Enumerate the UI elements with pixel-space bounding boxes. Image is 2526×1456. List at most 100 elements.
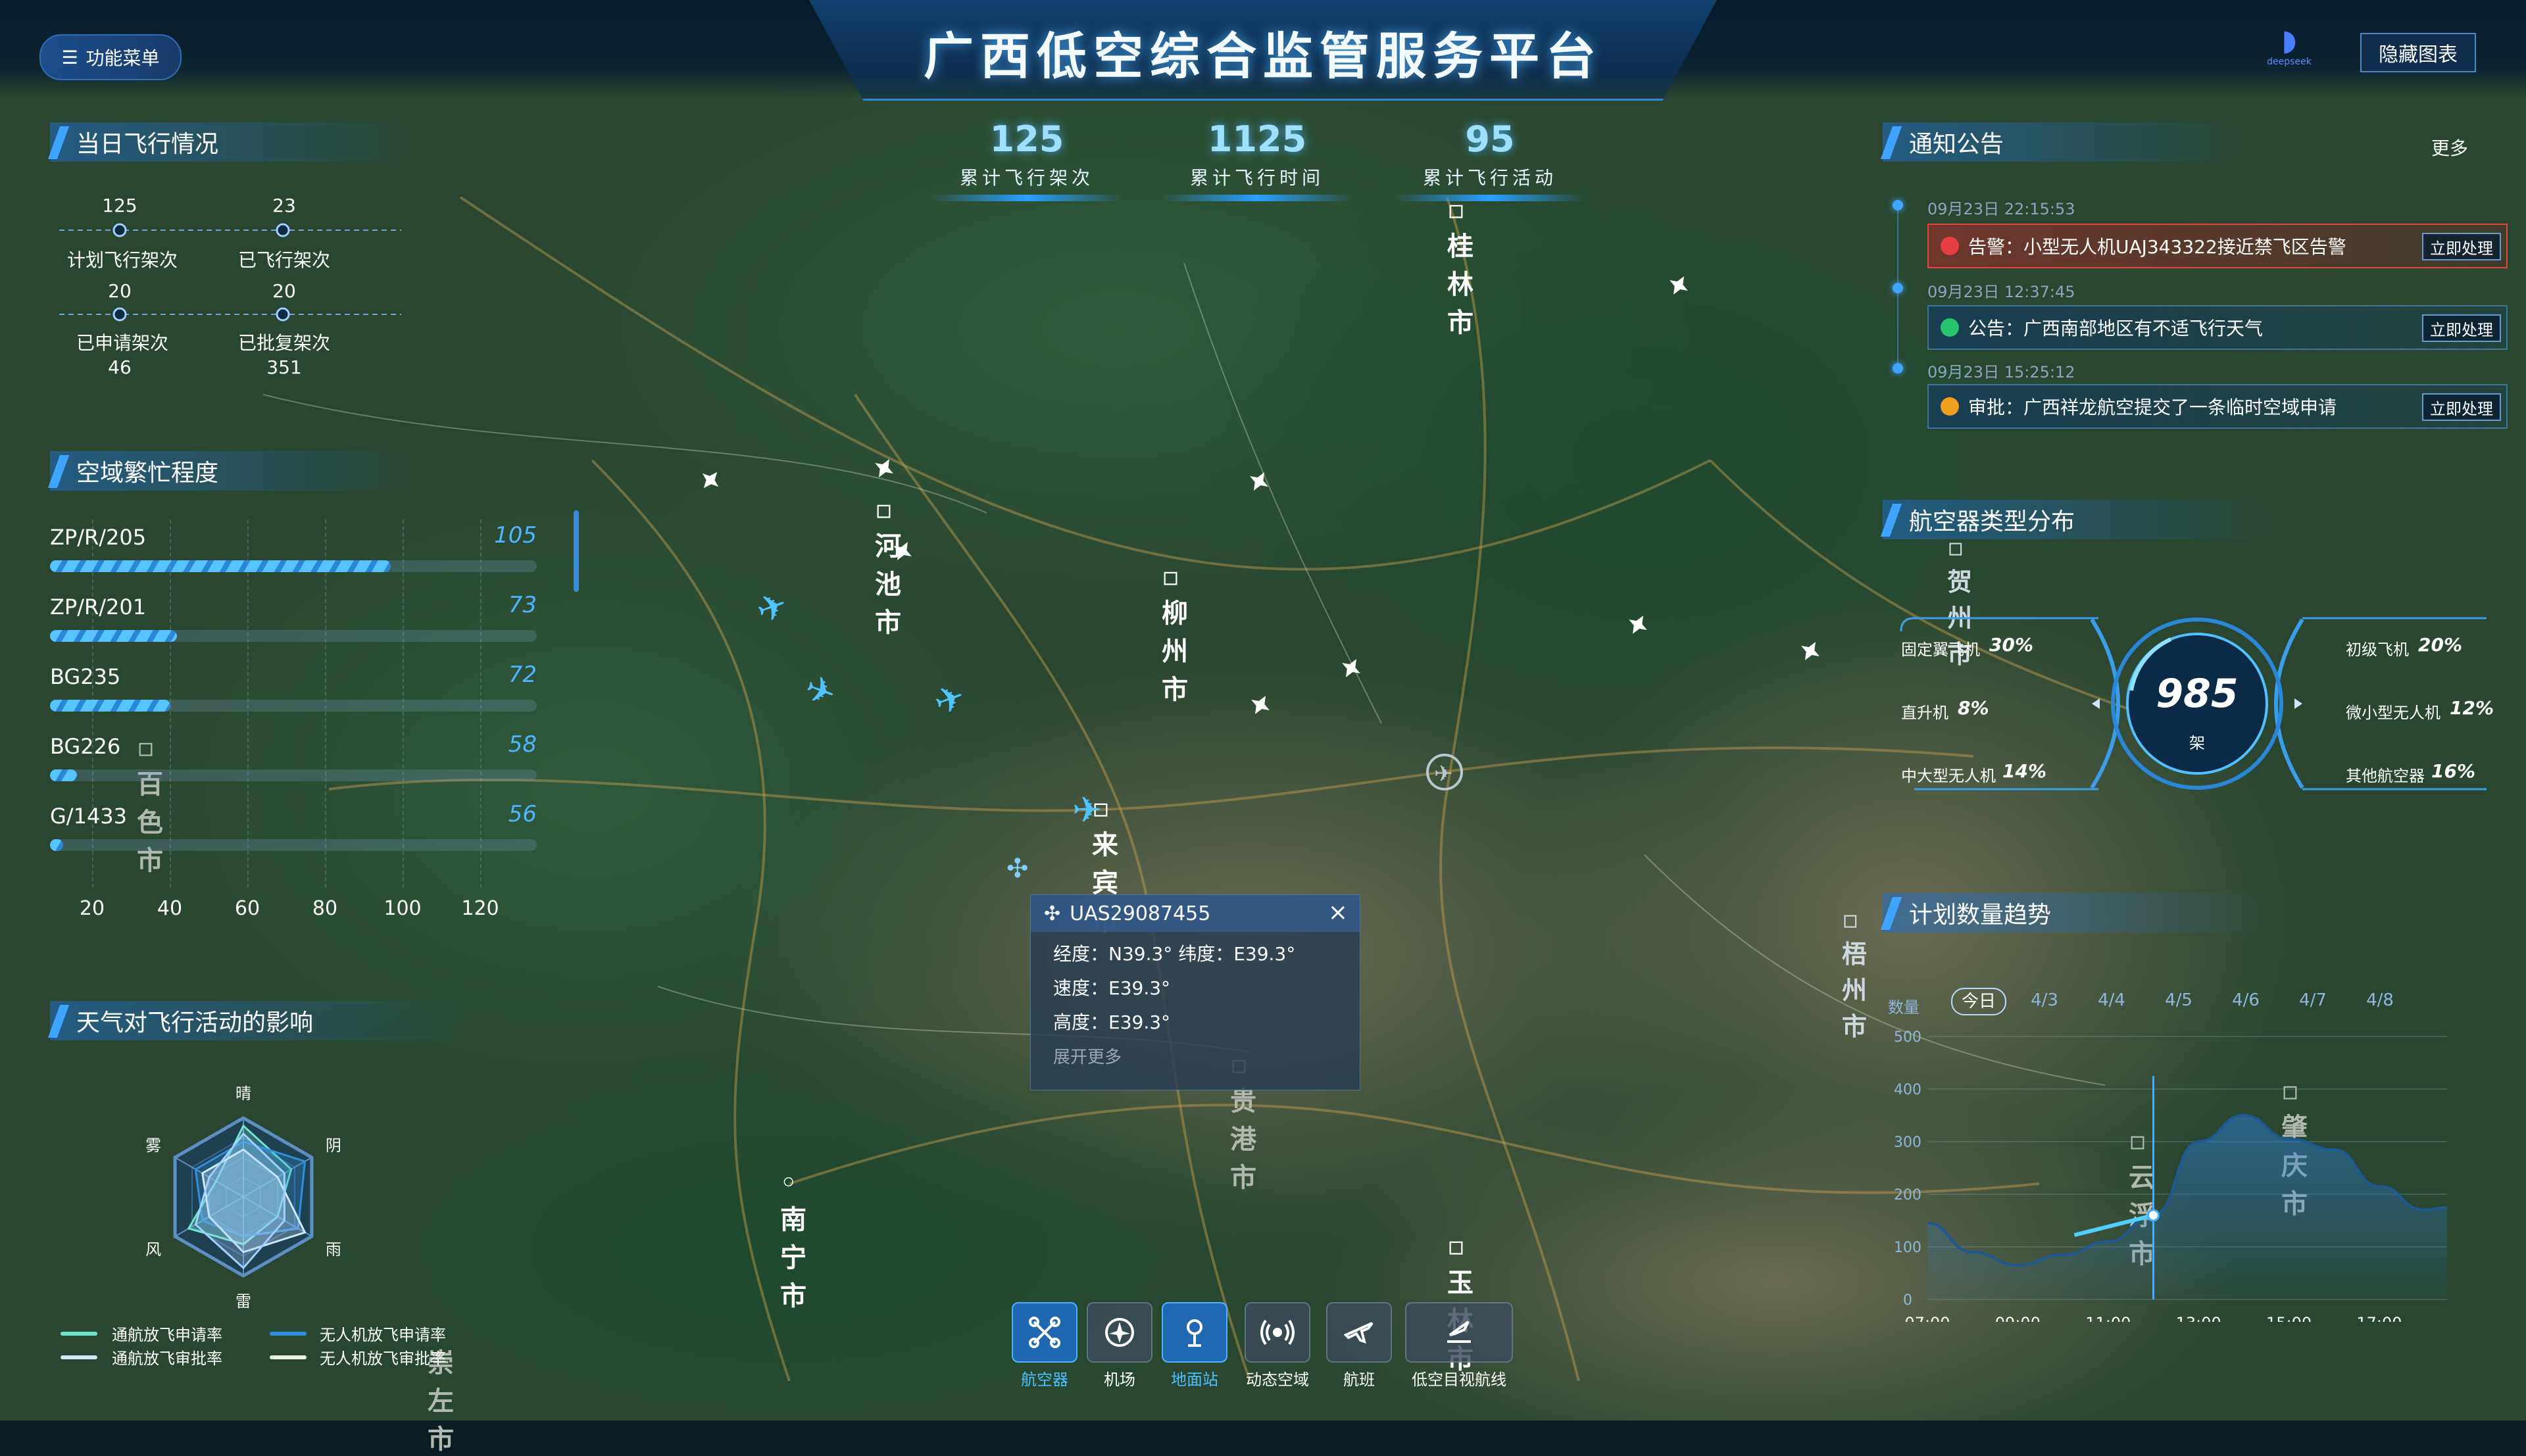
handle-now-button[interactable]: 立即处理: [2422, 393, 2501, 421]
popup-speed: 速度：E39.3°: [1053, 977, 1171, 999]
drone-marker[interactable]: [1337, 654, 1366, 683]
popup-expand-more[interactable]: 展开更多: [1031, 1040, 1360, 1075]
drone-marker[interactable]: [1664, 271, 1693, 300]
busy-row-name: ZP/R/201: [50, 595, 147, 619]
airport-icon: [1087, 1302, 1152, 1363]
type-value: 12%: [2450, 697, 2494, 719]
trend-y-tick: 500: [1894, 1029, 1921, 1046]
drone-marker[interactable]: [1246, 691, 1275, 719]
drone-marker[interactable]: [1245, 467, 1274, 496]
drone-marker[interactable]: [1623, 610, 1652, 639]
drone-marker[interactable]: [870, 454, 899, 483]
type-value: 8%: [1958, 697, 1989, 719]
timeline-dot: [1893, 200, 1903, 210]
notice-text: 公告：广西南部地区有不适飞行天气: [1968, 318, 2264, 339]
tool-aircraft[interactable]: 航空器: [1012, 1302, 1077, 1390]
busy-scrollbar[interactable]: [574, 510, 579, 592]
type-label: 其他航空器: [2346, 767, 2425, 785]
popup-drone-id: UAS29087455: [1070, 902, 1211, 925]
type-value: 16%: [2431, 760, 2476, 782]
trend-x-tick: 09:00: [1995, 1314, 2041, 1322]
weather-title: 天气对飞行活动的影响: [50, 1001, 471, 1040]
trend-tab[interactable]: 4/3: [2018, 988, 2071, 1013]
trend-y-tick: 300: [1894, 1134, 1921, 1151]
tool-label: 航空器: [1021, 1371, 1068, 1389]
trend-tab[interactable]: 4/4: [2085, 988, 2138, 1013]
tool-airport[interactable]: 机场: [1087, 1302, 1152, 1390]
trend-tab[interactable]: 4/7: [2287, 988, 2339, 1013]
busy-axis-tick: 80: [312, 897, 338, 920]
trend-tab[interactable]: 4/8: [2354, 988, 2406, 1013]
type-value: 14%: [2002, 760, 2047, 782]
legend-label: 无人机放飞申请率: [320, 1326, 446, 1344]
hide-charts-button[interactable]: 隐藏图表: [2360, 33, 2476, 72]
busy-row-name: ZP/R/205: [50, 525, 147, 550]
tool-dynamic-airspace[interactable]: 动态空域: [1237, 1302, 1318, 1390]
type-label: 初级飞机: [2346, 641, 2409, 659]
timeline-dot: [1893, 283, 1903, 293]
trend-x-tick: 07:00: [1904, 1314, 1950, 1322]
busy-grid-line: [325, 520, 326, 888]
busy-bar-fill: [50, 630, 177, 642]
logo-text: deepseek: [2267, 57, 2312, 67]
busy-bar-track: [50, 700, 537, 712]
close-icon[interactable]: ×: [1328, 899, 1348, 926]
busy-bar-fill: [50, 700, 170, 712]
aircraft-total-unit: 架: [2189, 734, 2205, 752]
radar-axis-label: 雨: [326, 1240, 341, 1259]
drone-marker[interactable]: [888, 537, 917, 566]
notice-alarm[interactable]: 告警：小型无人机UAJ343322接近禁飞区告警 立即处理: [1927, 224, 2508, 268]
busy-row-value: 72: [508, 662, 537, 688]
busy-grid-line: [247, 520, 249, 888]
drone-marker[interactable]: [1796, 637, 1825, 666]
handle-now-button[interactable]: 立即处理: [2422, 233, 2501, 260]
plane-marker[interactable]: ✈: [751, 583, 793, 633]
handle-now-button[interactable]: 立即处理: [2422, 314, 2501, 342]
busy-bar-fill: [50, 560, 391, 572]
trend-y-tick: 400: [1894, 1082, 1921, 1098]
popup-altitude: 高度：E39.3°: [1053, 1011, 1171, 1033]
legend-line: [270, 1355, 307, 1359]
trend-x-tick: 17:00: [2356, 1314, 2402, 1322]
approved-flights-count: 351: [266, 356, 302, 378]
trend-y-tick: 100: [1894, 1240, 1921, 1256]
radar-axis-label: 雷: [235, 1292, 251, 1311]
notices-more-link[interactable]: 更多: [2431, 134, 2468, 160]
approved-flights-label: 已批复架次: [237, 332, 330, 354]
plan-trend-title: 计划数量趋势: [1883, 893, 2277, 933]
busy-grid-line: [480, 520, 482, 888]
tool-visual-route[interactable]: 低空目视航线: [1400, 1302, 1518, 1390]
plane-marker[interactable]: ✈: [799, 666, 841, 716]
drone-icon: [1012, 1302, 1077, 1363]
plane-marker[interactable]: ✈: [929, 675, 971, 725]
airport-icon: ✈: [1434, 761, 1453, 787]
approval-icon: [1941, 397, 1959, 416]
legend-line: [270, 1332, 307, 1336]
tool-label: 动态空域: [1246, 1371, 1309, 1389]
trend-area: [1927, 1115, 2447, 1299]
planned-flights-value: 125: [102, 195, 137, 216]
notice-announcement[interactable]: 公告：广西南部地区有不适飞行天气 立即处理: [1927, 305, 2508, 350]
signal-icon: [1245, 1302, 1310, 1363]
busy-axis-tick: 120: [461, 897, 499, 920]
drone-marker[interactable]: [695, 465, 725, 495]
tool-flight[interactable]: 航班: [1326, 1302, 1392, 1390]
tool-ground-station[interactable]: 地面站: [1162, 1302, 1227, 1390]
plane-marker[interactable]: ✈: [1072, 789, 1102, 831]
notice-time: 09月23日 15:25:12: [1927, 363, 2075, 381]
type-label: 微小型无人机: [2346, 704, 2440, 722]
stat-label: 累计飞行活动: [1422, 167, 1557, 189]
trend-tab[interactable]: 4/6: [2219, 988, 2272, 1013]
tool-label: 机场: [1104, 1371, 1135, 1389]
selected-drone-marker[interactable]: ✣: [1006, 854, 1029, 884]
trend-tab[interactable]: 4/5: [2152, 988, 2205, 1013]
notice-approval[interactable]: 审批：广西祥龙航空提交了一条临时空域申请 立即处理: [1927, 384, 2508, 429]
stat-total-activity: 95 累计飞行活动: [1388, 118, 1592, 204]
busy-bar-track: [50, 560, 537, 572]
trend-tab[interactable]: 今日: [1951, 988, 2006, 1015]
busy-row-value: 56: [508, 801, 537, 827]
function-menu-button[interactable]: ☰ 功能菜单: [39, 34, 182, 80]
trend-highlight-point[interactable]: [2146, 1209, 2160, 1222]
busy-row-name: G/1433: [50, 804, 128, 829]
tool-label: 地面站: [1171, 1371, 1218, 1389]
